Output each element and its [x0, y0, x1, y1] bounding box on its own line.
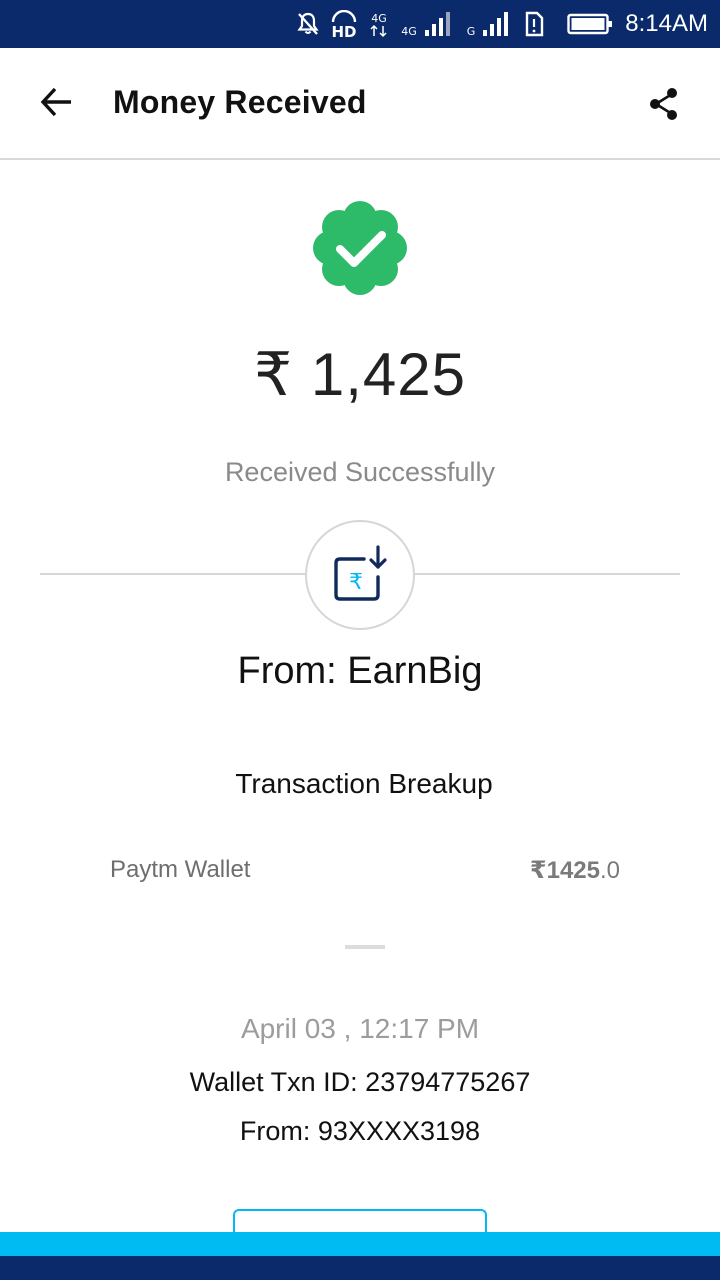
arrow-left-icon	[38, 84, 74, 125]
transaction-breakup-title: Transaction Breakup	[235, 768, 493, 799]
sender-name: From: EarnBig	[237, 650, 483, 692]
share-icon	[647, 86, 681, 127]
back-button[interactable]	[28, 76, 84, 132]
svg-text:₹: ₹	[349, 570, 363, 595]
signal-icon: G	[465, 10, 515, 38]
section-divider	[345, 945, 385, 949]
app-bar: Money Received	[0, 48, 720, 160]
sender-number: From: 93XXXX3198	[239, 1116, 481, 1146]
breakup-amount: ₹1425.0	[530, 856, 620, 885]
breakup-source-label: Paytm Wallet	[110, 856, 251, 883]
bell-off-icon	[295, 11, 321, 37]
hd-icon: HD	[329, 10, 359, 38]
data-icon: 4G	[367, 10, 391, 38]
status-icons: HD 4G 4G G 8:14AM	[295, 0, 708, 48]
breakup-amount-main: ₹1425	[529, 857, 600, 884]
battery-icon	[567, 11, 613, 37]
network-type-label: 4G	[372, 12, 388, 25]
network-type-label: G	[467, 25, 476, 38]
transaction-date: April 03 , 12:17 PM	[240, 1013, 480, 1044]
breakup-amount-decimal: .0	[599, 857, 620, 884]
status-time: 8:14AM	[625, 10, 708, 37]
bottom-accent-strip	[0, 1232, 720, 1256]
verified-check-icon	[310, 198, 410, 298]
signal-icon: 4G	[399, 10, 457, 38]
wallet-txn-id: Wallet Txn ID: 23794775267	[189, 1067, 531, 1097]
share-button[interactable]	[636, 78, 692, 134]
status-message: Received Successfully	[224, 457, 496, 487]
navigation-bar	[0, 1256, 720, 1280]
hd-label: HD	[332, 23, 357, 38]
divider	[414, 573, 680, 575]
sim-icon	[523, 10, 545, 38]
received-amount: ₹ 1,425	[254, 341, 466, 408]
network-type-label: 4G	[402, 25, 418, 38]
divider	[40, 573, 306, 575]
page-title: Money Received	[113, 84, 367, 120]
status-bar: HD 4G 4G G 8:14AM	[0, 0, 720, 48]
rupee-receive-icon: ₹	[332, 543, 388, 608]
receive-badge: ₹	[305, 520, 415, 630]
